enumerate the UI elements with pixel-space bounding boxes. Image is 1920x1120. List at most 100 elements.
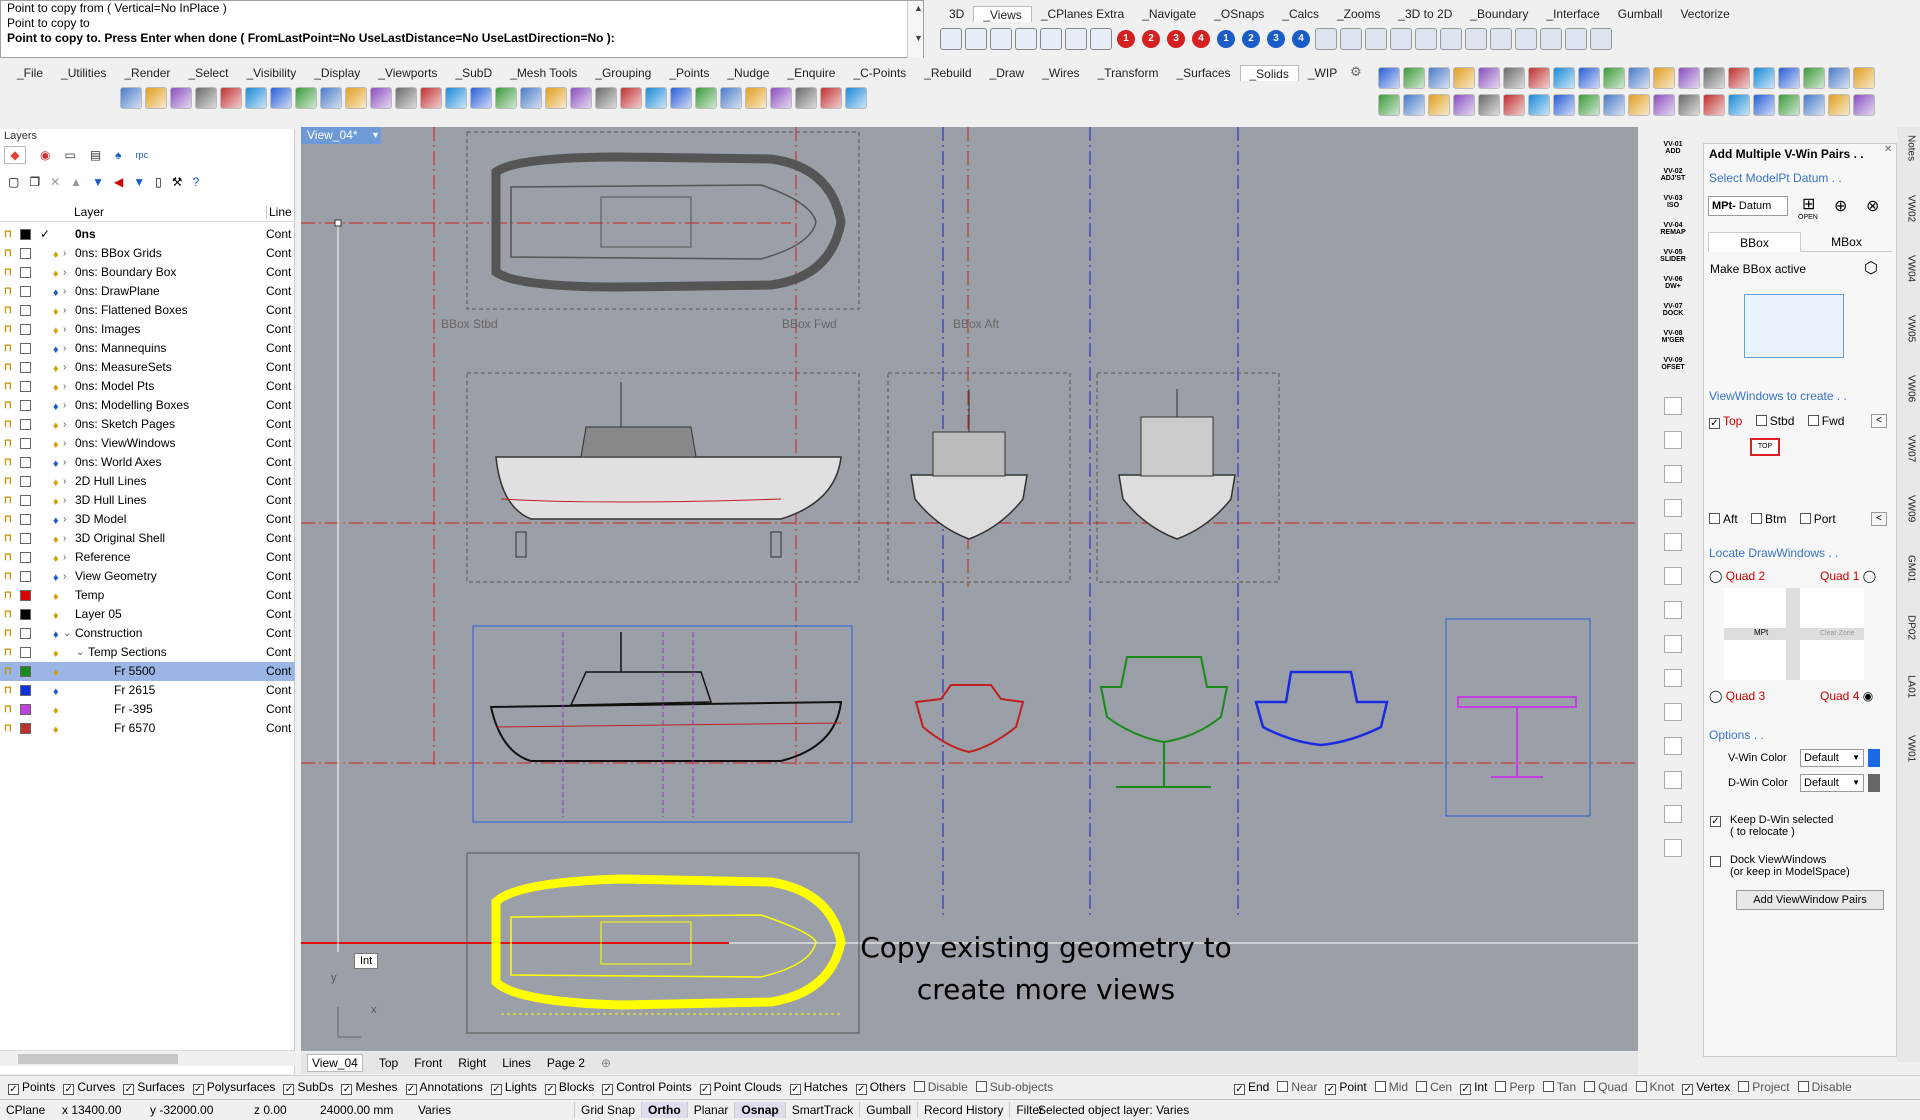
vertical-tab[interactable]: VW07 [1901,435,1917,487]
top-tab[interactable]: 3D [940,6,973,22]
lock-icon[interactable]: ⊓ [4,590,13,601]
viewport-menu-chevron-icon[interactable]: ▼ [371,127,380,144]
open-datum-icon[interactable]: ⊞ [1802,194,1815,214]
rpc-tab-icon[interactable]: rpc [136,150,149,160]
layer-color-swatch[interactable] [20,381,31,392]
layer-row[interactable]: ⊓ ♦ Temp Cont [0,586,295,605]
filter-checkbox[interactable] [975,1081,987,1092]
view-button-icon[interactable] [940,28,962,50]
view-tab[interactable]: View_04 [307,1054,363,1072]
new-layer-icon[interactable]: ▢ [8,175,19,189]
filter-checkbox[interactable] [1635,1081,1647,1092]
toolbar-button-icon[interactable] [520,87,542,109]
cb-stbd[interactable] [1755,415,1767,426]
top-tab[interactable]: _Views [973,6,1032,22]
toolbar-button-icon[interactable] [245,87,267,109]
toolbar-button-icon[interactable] [1678,67,1700,89]
vertical-tab[interactable]: VW01 [1901,735,1917,787]
filter-option[interactable]: Knot [1635,1080,1674,1094]
lock-icon[interactable]: ⊓ [4,400,13,411]
notifications-tab-icon[interactable]: ♠ [115,148,121,162]
view-tool-icon[interactable] [1565,28,1587,50]
layer-linetype[interactable]: Cont [266,643,291,662]
number-view-button[interactable]: 1 [1117,30,1135,48]
number-view-button[interactable]: 3 [1167,30,1185,48]
cb-fwd[interactable] [1807,415,1819,426]
menu-tab[interactable]: _WIP [1299,65,1346,81]
vv-button[interactable]: VV-04 REMAP [1658,222,1688,246]
lock-icon[interactable]: ⊓ [4,704,13,715]
layer-linetype[interactable]: Cont [266,282,291,301]
toolbar-button-icon[interactable] [645,87,667,109]
toolbar-button-icon[interactable] [1703,94,1725,116]
layer-color-swatch[interactable] [20,704,31,715]
number-view-button[interactable]: 2 [1142,30,1160,48]
layer-page-icon[interactable]: ▯ [155,175,162,189]
layer-linetype[interactable]: Cont [266,244,291,263]
filter-option[interactable]: Tan [1542,1080,1576,1094]
materials-tab-icon[interactable]: ◉ [40,148,50,162]
layer-linetype[interactable]: Cont [266,719,291,738]
vv-button[interactable]: VV-03 ISO [1658,195,1688,219]
layer-row[interactable]: ⊓ ♦ › 0ns: DrawPlane Cont [0,282,295,301]
toolbar-button-icon[interactable] [1503,94,1525,116]
status-toggle[interactable]: Osnap [734,1102,785,1118]
toolbar-button-icon[interactable] [1728,94,1750,116]
toolbar-button-icon[interactable] [1478,94,1500,116]
tab-bbox[interactable]: BBox [1708,232,1801,252]
layer-color-swatch[interactable] [20,571,31,582]
menu-tab[interactable]: _Viewports [369,65,446,81]
new-sublayer-icon[interactable]: ❐ [29,175,40,189]
filter-checkbox[interactable]: ✓ [8,1084,19,1095]
lock-icon[interactable]: ⊓ [4,362,13,373]
toolbar-button-icon[interactable] [770,87,792,109]
expand-chevron-icon[interactable]: › [63,548,66,567]
layer-row[interactable]: ⊓ ♦ Fr -395 Cont [0,700,295,719]
lock-icon[interactable]: ⊓ [4,571,13,582]
toolbar-button-icon[interactable] [1803,67,1825,89]
layer-row[interactable]: ⊓ ♦ › 0ns: ViewWindows Cont [0,434,295,453]
filter-checkbox[interactable]: ✓ [699,1084,711,1095]
toolbar-button-icon[interactable] [195,87,217,109]
toolbar-button-icon[interactable] [1478,67,1500,89]
expand-chevron-icon[interactable]: › [63,339,66,358]
status-toggle[interactable]: Ortho [641,1102,687,1118]
properties-tab-icon[interactable]: ▤ [90,148,101,162]
filter-checkbox[interactable]: ✓ [123,1084,135,1095]
toolbar-button-icon[interactable] [595,87,617,109]
toolbar-button-icon[interactable] [1653,67,1675,89]
dock-vw-checkbox[interactable] [1710,856,1721,867]
layer-linetype[interactable]: Cont [266,396,291,415]
toolbar-button-icon[interactable] [470,87,492,109]
layer-color-swatch[interactable] [20,419,31,430]
toolbar-button-icon[interactable] [620,87,642,109]
filter-checkbox[interactable]: ✓ [855,1084,867,1095]
layer-row[interactable]: ⊓ ✓ 0ns Cont [0,225,295,244]
vwin-color-swatch[interactable] [1868,749,1880,767]
layer-color-swatch[interactable] [20,495,31,506]
filter-checkbox[interactable] [1374,1081,1386,1092]
filter-checkbox[interactable]: ✓ [405,1084,417,1095]
bbox-active-icon[interactable]: ⬡ [1864,258,1878,278]
view-tab[interactable]: Right [458,1056,486,1070]
filter-option[interactable]: ✓ Polysurfaces [192,1080,275,1095]
toolbar-button-icon[interactable] [1578,67,1600,89]
filter-option[interactable]: ✓ End [1234,1080,1269,1095]
layer-linetype[interactable]: Cont [266,263,291,282]
layer-linetype[interactable]: Cont [266,662,291,681]
vv-button[interactable]: VV-08 M'GER [1658,330,1688,354]
filter-checkbox[interactable]: ✓ [602,1084,614,1095]
layer-row[interactable]: ⊓ ♦ Layer 05 Cont [0,605,295,624]
expand-chevron-icon[interactable]: › [63,529,66,548]
menu-tab[interactable]: _Surfaces [1167,65,1239,81]
collapse-icon[interactable]: < [1871,414,1887,428]
toolbar-button-icon[interactable] [120,87,142,109]
keep-dwin-checkbox[interactable]: ✓ [1710,816,1721,827]
panel-close-icon[interactable]: ✕ [1884,144,1892,155]
toolbar-button-icon[interactable] [370,87,392,109]
expand-chevron-icon[interactable]: › [63,434,66,453]
filter-checkbox[interactable]: ✓ [1325,1084,1337,1095]
view-tool-icon[interactable] [1340,28,1362,50]
side-tool-icon[interactable] [1664,737,1682,755]
layer-linetype[interactable]: Cont [266,434,291,453]
